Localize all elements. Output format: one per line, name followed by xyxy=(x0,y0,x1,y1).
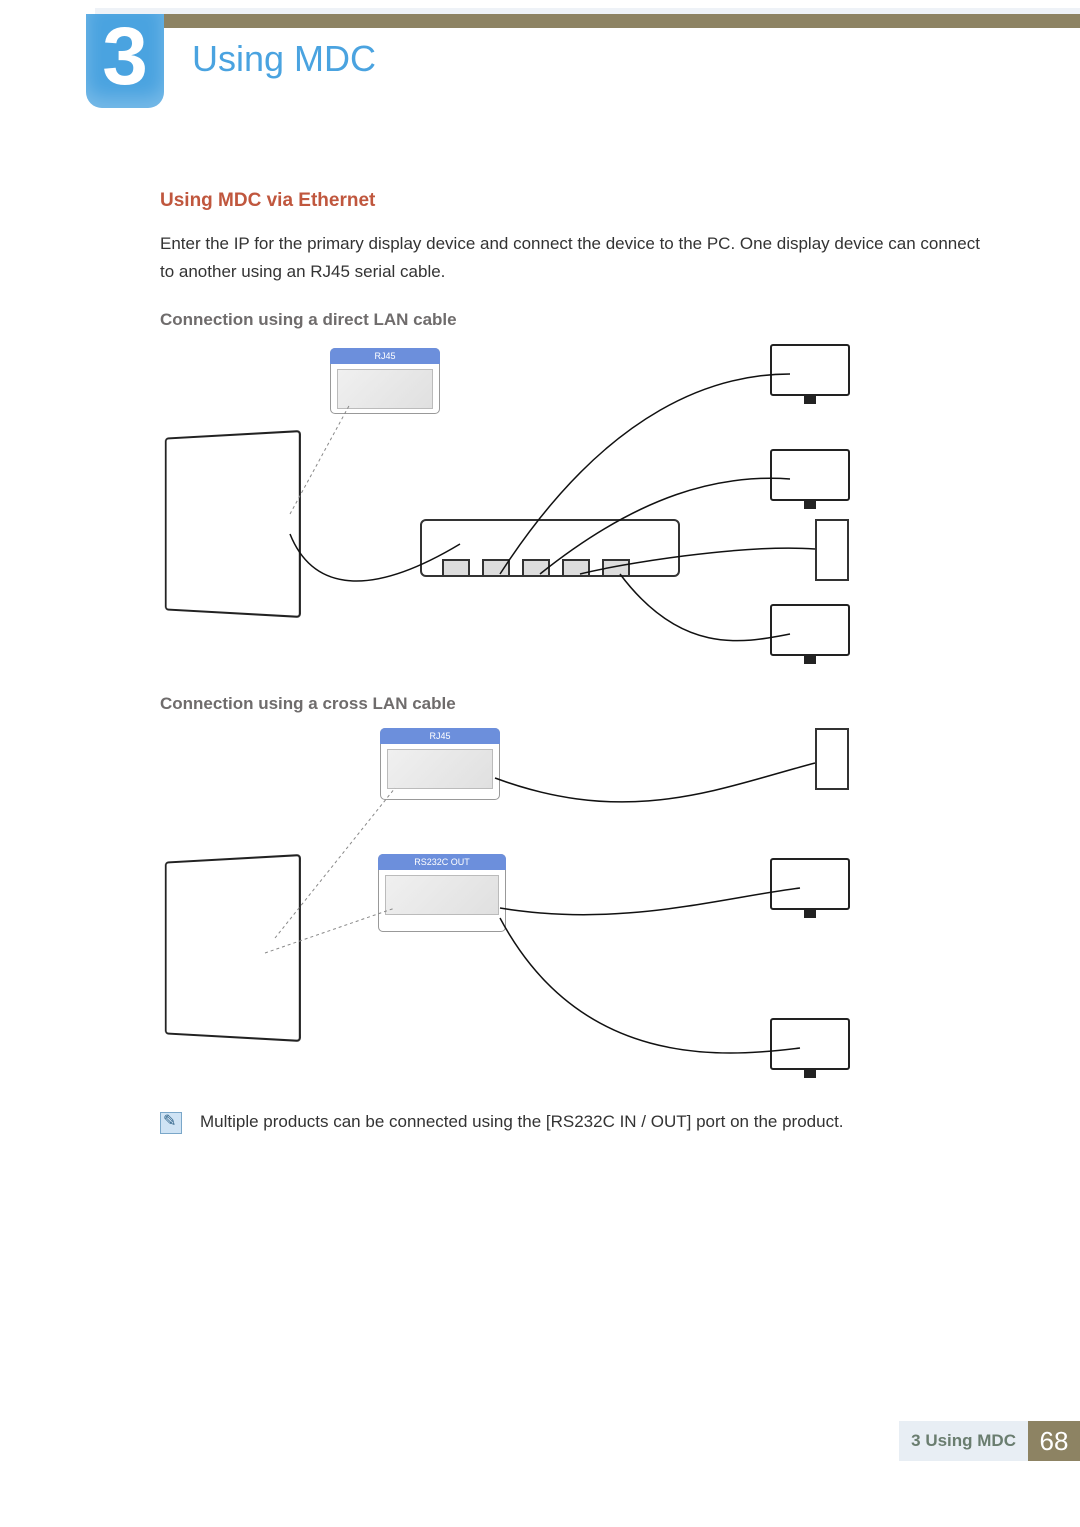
monitor-icon xyxy=(770,1018,850,1070)
chapter-badge: 3 xyxy=(86,14,164,108)
monitor-icon xyxy=(770,344,850,396)
pc-icon xyxy=(815,519,849,581)
diagram-direct-lan: RJ45 xyxy=(160,344,850,664)
rj45-label: RJ45 xyxy=(330,348,440,364)
footnote-row: Multiple products can be connected using… xyxy=(160,1112,980,1134)
monitor-icon xyxy=(770,604,850,656)
footer-breadcrumb: 3 Using MDC xyxy=(899,1421,1028,1461)
monitor-icon xyxy=(770,858,850,910)
pc-icon xyxy=(815,728,849,790)
hub-icon xyxy=(420,519,680,577)
footnote-text: Multiple products can be connected using… xyxy=(200,1112,844,1132)
note-icon xyxy=(160,1112,182,1134)
content-area: Using MDC via Ethernet Enter the IP for … xyxy=(160,190,980,1138)
rj45-callout: RJ45 xyxy=(380,728,500,800)
rj45-label: RJ45 xyxy=(380,728,500,744)
footer-breadcrumb-num: 3 xyxy=(911,1431,920,1451)
page-number: 68 xyxy=(1028,1421,1080,1461)
primary-display-icon xyxy=(160,858,300,1038)
footer: 3 Using MDC 68 xyxy=(95,1421,1080,1461)
diagram-cross-lan: RJ45 RS232C OUT xyxy=(160,728,850,1108)
section-paragraph: Enter the IP for the primary display dev… xyxy=(160,230,980,286)
section-heading: Using MDC via Ethernet xyxy=(160,190,980,212)
subheading-direct-lan: Connection using a direct LAN cable xyxy=(160,310,980,330)
rj45-callout: RJ45 xyxy=(330,348,440,414)
page: 3 Using MDC Using MDC via Ethernet Enter… xyxy=(0,0,1080,1527)
subheading-cross-lan: Connection using a cross LAN cable xyxy=(160,694,980,714)
top-decorative-strip xyxy=(95,14,1080,28)
rs232c-out-callout: RS232C OUT xyxy=(378,854,506,932)
monitor-icon xyxy=(770,449,850,501)
chapter-title: Using MDC xyxy=(192,38,376,80)
chapter-number: 3 xyxy=(102,16,148,98)
rs232c-out-label: RS232C OUT xyxy=(378,854,506,870)
primary-display-icon xyxy=(160,434,300,614)
footer-breadcrumb-title: Using MDC xyxy=(925,1431,1016,1451)
